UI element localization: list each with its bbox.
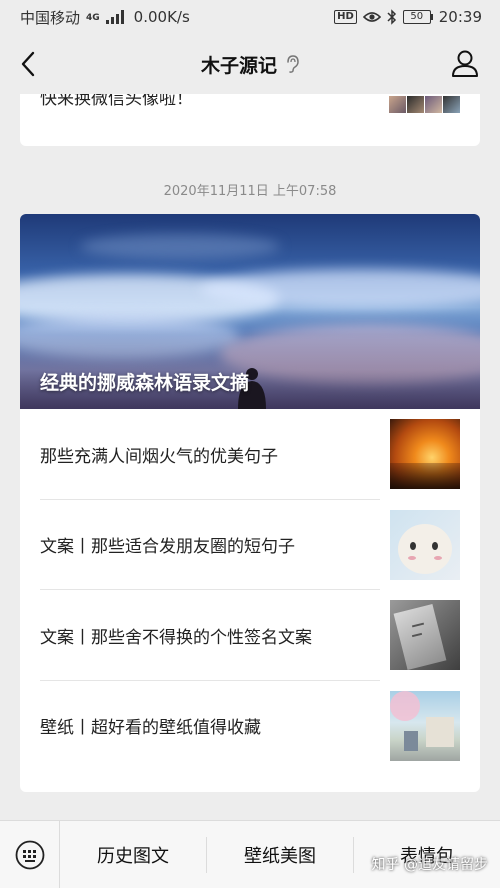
ear-icon[interactable] [285, 55, 299, 73]
page-title: 木子源记 [200, 54, 277, 77]
network-speed: 0.00K/s [133, 8, 190, 26]
previous-article-thumbs [389, 96, 460, 113]
article-item[interactable]: 文案丨那些适合发朋友圈的短句子 [20, 500, 480, 590]
cover-article[interactable]: 经典的挪威森林语录文摘 [20, 214, 480, 409]
cat-thumb [390, 509, 460, 580]
article-item-title: 壁纸丨超好看的壁纸值得收藏 [40, 718, 261, 739]
hd-icon: HD [334, 10, 357, 24]
article-item[interactable]: 那些充满人间烟火气的优美句子 [20, 409, 480, 500]
menu-history-articles[interactable]: 历史图文 [60, 821, 206, 888]
eye-icon [362, 12, 381, 22]
article-item-title: 文案丨那些适合发朋友圈的短句子 [40, 537, 295, 558]
article-card: 经典的挪威森林语录文摘 那些充满人间烟火气的优美句子 文案丨那些适合发朋友圈的短… [20, 214, 480, 792]
network-type: 4G [86, 12, 100, 23]
previous-article-card[interactable]: 快来换微信头像啦！ [20, 94, 480, 146]
bluetooth-icon [387, 9, 396, 25]
watermark: 知乎 @追友请留步 [371, 857, 488, 873]
battery-icon: 50 [402, 10, 433, 24]
article-item[interactable]: 文案丨那些舍不得换的个性签名文案 [20, 590, 480, 681]
status-bar: 中国移动 4G 0.00K/s HD 50 20:39 [0, 0, 500, 34]
chevron-left-icon [21, 51, 35, 77]
cover-title: 经典的挪威森林语录文摘 [40, 372, 250, 394]
keyboard-icon [15, 840, 44, 869]
keyboard-toggle-button[interactable] [0, 820, 60, 888]
article-item-title: 那些充满人间烟火气的优美句子 [40, 446, 278, 467]
back-button[interactable] [14, 50, 42, 78]
carrier-label: 中国移动 [20, 8, 81, 27]
anime-thumb [390, 690, 460, 761]
sunset-thumb [390, 419, 460, 490]
article-item-title: 文案丨那些舍不得换的个性签名文案 [40, 627, 312, 648]
previous-article-title: 快来换微信头像啦！ [40, 94, 193, 109]
battery-level: 50 [402, 10, 431, 24]
article-item[interactable]: 壁纸丨超好看的壁纸值得收藏 [20, 681, 480, 772]
nav-bar: 木子源记 [0, 34, 500, 94]
menu-wallpapers[interactable]: 壁纸美图 [207, 821, 353, 888]
message-timestamp: 2020年11月11日 上午07:58 [163, 184, 337, 199]
signal-icon [105, 10, 124, 24]
person-icon[interactable] [450, 48, 480, 78]
clock: 20:39 [438, 8, 482, 26]
book-thumb [390, 600, 460, 671]
